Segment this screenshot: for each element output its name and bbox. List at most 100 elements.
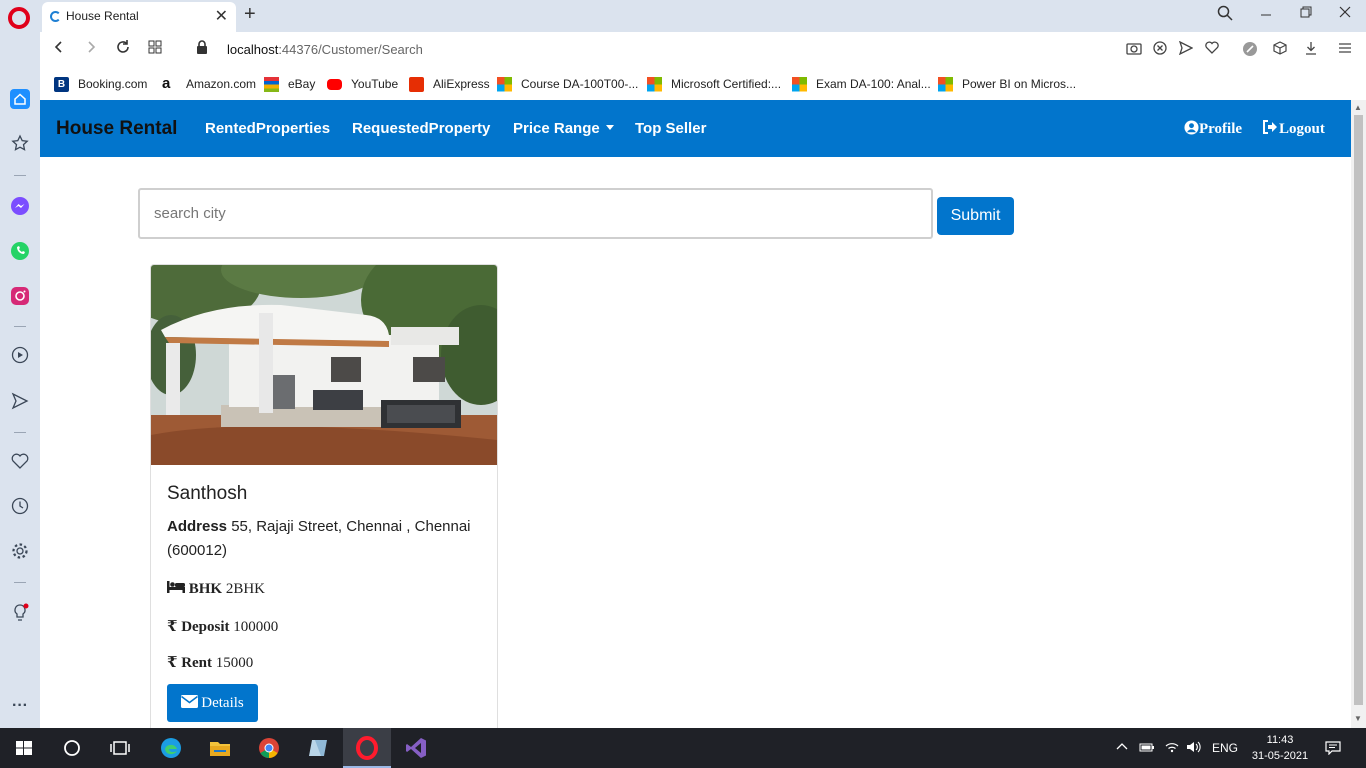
messenger-icon[interactable] bbox=[10, 196, 30, 216]
nav-top-seller[interactable]: Top Seller bbox=[635, 120, 706, 137]
bookmark-booking[interactable]: B Booking.com bbox=[54, 76, 147, 92]
sidebar-divider bbox=[14, 432, 26, 433]
heart-icon[interactable] bbox=[10, 453, 30, 473]
scroll-up-icon[interactable]: ▲ bbox=[1354, 103, 1362, 112]
language-indicator[interactable]: ENG bbox=[1212, 741, 1238, 755]
show-hidden-icons[interactable] bbox=[1116, 741, 1128, 756]
tab-house-rental[interactable]: House Rental ✕ bbox=[42, 2, 236, 32]
opera-logo-icon[interactable] bbox=[8, 7, 30, 29]
close-tab-icon[interactable]: ✕ bbox=[215, 6, 228, 26]
close-window-icon[interactable] bbox=[1334, 5, 1356, 22]
nav-rented-properties[interactable]: RentedProperties bbox=[205, 120, 330, 137]
instagram-icon[interactable] bbox=[10, 286, 30, 306]
send-icon[interactable] bbox=[1177, 40, 1195, 58]
search-tabs-icon[interactable] bbox=[1214, 5, 1236, 25]
opera-sidebar: ··· bbox=[0, 32, 40, 728]
back-icon[interactable] bbox=[49, 39, 69, 59]
logout-link[interactable]: Logout bbox=[1262, 120, 1325, 138]
submit-button[interactable]: Submit bbox=[937, 197, 1014, 235]
microsoft-icon bbox=[792, 76, 807, 92]
clock-time: 11:43 bbox=[1266, 734, 1294, 746]
star-icon[interactable] bbox=[10, 134, 30, 154]
brand-title[interactable]: House Rental bbox=[56, 118, 177, 140]
nav-price-range[interactable]: Price Range bbox=[513, 120, 614, 137]
sidebar-divider bbox=[14, 175, 26, 176]
nav-price-range-label: Price Range bbox=[513, 120, 600, 137]
opera-taskbar-button[interactable] bbox=[343, 728, 391, 768]
restore-icon[interactable] bbox=[1295, 5, 1317, 22]
speed-dial-icon[interactable] bbox=[145, 39, 165, 59]
bookmark-label: Booking.com bbox=[78, 77, 148, 91]
bookmark-label: Amazon.com bbox=[186, 77, 257, 91]
bookmark-microsoft-certified[interactable]: Microsoft Certified:... bbox=[647, 76, 781, 92]
profile-label: Profile bbox=[1199, 121, 1243, 137]
download-icon[interactable] bbox=[1302, 41, 1320, 58]
bookmark-youtube[interactable]: YouTube bbox=[327, 76, 398, 92]
bookmark-amazon[interactable]: a Amazon.com bbox=[162, 76, 256, 92]
search-circle-icon[interactable] bbox=[60, 736, 84, 760]
notes-app-icon[interactable] bbox=[306, 736, 330, 760]
easy-setup-icon[interactable] bbox=[1241, 41, 1259, 60]
tab-strip: House Rental ✕ + bbox=[0, 0, 1366, 32]
bookmark-course[interactable]: Course DA-100T00-... bbox=[497, 76, 638, 92]
bookmark-exam[interactable]: Exam DA-100: Anal... bbox=[792, 76, 931, 92]
home-icon[interactable] bbox=[10, 89, 30, 109]
search-city-input[interactable] bbox=[138, 188, 933, 239]
task-view-icon[interactable] bbox=[108, 736, 132, 760]
site-navbar: House Rental RentedProperties RequestedP… bbox=[40, 100, 1351, 157]
url-field[interactable]: localhost:44376/Customer/Search bbox=[227, 42, 423, 57]
edge-icon[interactable] bbox=[159, 736, 183, 760]
windows-start-icon[interactable] bbox=[12, 736, 36, 760]
bookmark-power-bi[interactable]: Power BI on Micros... bbox=[938, 76, 1076, 92]
minimize-icon[interactable] bbox=[1255, 5, 1277, 22]
scroll-down-icon[interactable]: ▼ bbox=[1354, 714, 1362, 723]
bookmark-label: Exam DA-100: Anal... bbox=[816, 77, 931, 91]
details-button[interactable]: Details bbox=[167, 684, 258, 722]
wifi-icon[interactable] bbox=[1164, 741, 1180, 756]
url-path: :44376/Customer/Search bbox=[278, 42, 423, 57]
booking-icon: B bbox=[54, 76, 69, 92]
whatsapp-icon[interactable] bbox=[10, 241, 30, 261]
adblock-icon[interactable] bbox=[1151, 41, 1169, 58]
system-clock[interactable]: 11:43 31-05-2021 bbox=[1250, 732, 1310, 764]
nav-requested-property[interactable]: RequestedProperty bbox=[352, 120, 490, 137]
envelope-icon bbox=[181, 694, 199, 708]
file-explorer-icon[interactable] bbox=[208, 736, 232, 760]
lock-icon[interactable] bbox=[192, 39, 212, 59]
lightbulb-icon[interactable] bbox=[10, 603, 30, 623]
logout-label: Logout bbox=[1279, 121, 1325, 137]
player-icon[interactable] bbox=[10, 346, 30, 366]
clock-date: 31-05-2021 bbox=[1251, 750, 1309, 762]
bhk-value: 2BHK bbox=[225, 581, 266, 597]
bookmark-label: AliExpress bbox=[433, 77, 490, 91]
property-card: Santhosh Address 55, Rajaji Street, Chen… bbox=[150, 264, 498, 728]
bookmark-aliexpress[interactable]: AliExpress bbox=[409, 76, 490, 92]
heart-icon[interactable] bbox=[1203, 41, 1221, 57]
scrollbar-thumb[interactable] bbox=[1354, 115, 1363, 705]
camera-icon[interactable] bbox=[1125, 41, 1143, 58]
house-image bbox=[151, 265, 497, 465]
bookmark-label: Course DA-100T00-... bbox=[521, 77, 639, 91]
page-content: House Rental RentedProperties RequestedP… bbox=[40, 100, 1351, 728]
settings-icon[interactable] bbox=[10, 542, 30, 562]
reload-icon[interactable] bbox=[113, 39, 133, 60]
page-scrollbar[interactable]: ▲ ▼ bbox=[1351, 100, 1366, 728]
battery-icon[interactable] bbox=[1139, 741, 1155, 756]
property-rent: ₹ Rent 15000 bbox=[167, 653, 253, 672]
menu-icon[interactable] bbox=[1336, 41, 1354, 58]
deposit-value: 100000 bbox=[233, 619, 279, 635]
flow-icon[interactable] bbox=[10, 392, 30, 412]
volume-icon[interactable] bbox=[1186, 741, 1202, 756]
more-icon[interactable]: ··· bbox=[10, 696, 30, 716]
new-tab-button[interactable]: + bbox=[244, 3, 256, 26]
forward-icon[interactable] bbox=[81, 39, 101, 59]
profile-link[interactable]: Profile bbox=[1184, 120, 1242, 138]
notifications-icon[interactable] bbox=[1325, 741, 1341, 758]
microsoft-icon bbox=[647, 76, 662, 92]
history-icon[interactable] bbox=[10, 497, 30, 517]
visual-studio-icon[interactable] bbox=[404, 736, 428, 760]
cube-icon[interactable] bbox=[1271, 41, 1289, 58]
bookmark-ebay[interactable]: eBay bbox=[264, 76, 315, 92]
opera-icon bbox=[356, 736, 378, 760]
chrome-icon[interactable] bbox=[257, 736, 281, 760]
